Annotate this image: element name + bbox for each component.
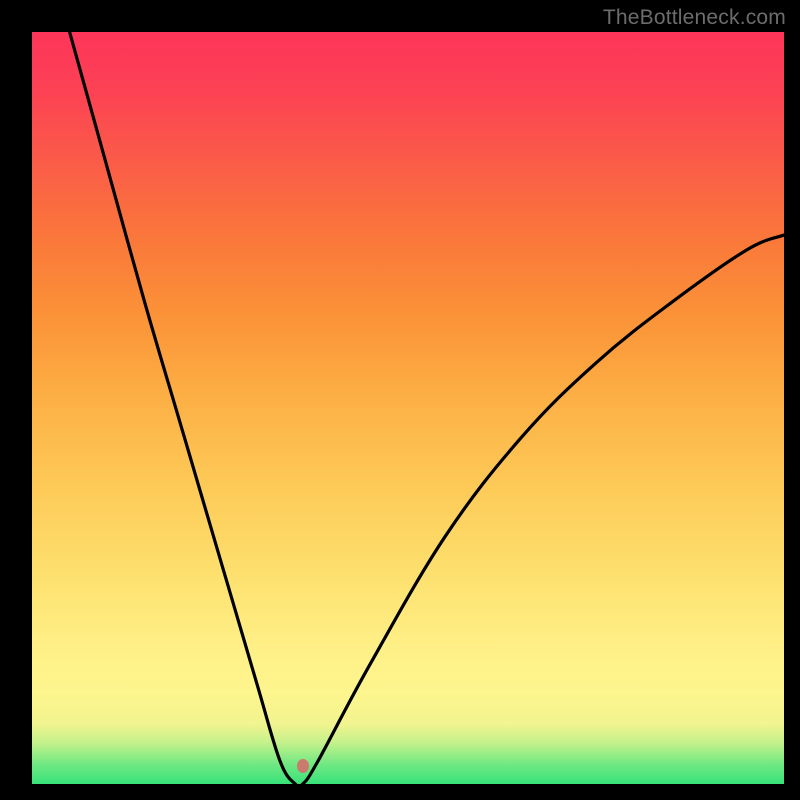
watermark-text: TheBottleneck.com [603,6,786,30]
chart-frame: TheBottleneck.com [0,0,800,800]
bottleneck-curve [32,32,784,784]
optimal-point-marker [297,759,309,773]
plot-area [32,32,784,784]
